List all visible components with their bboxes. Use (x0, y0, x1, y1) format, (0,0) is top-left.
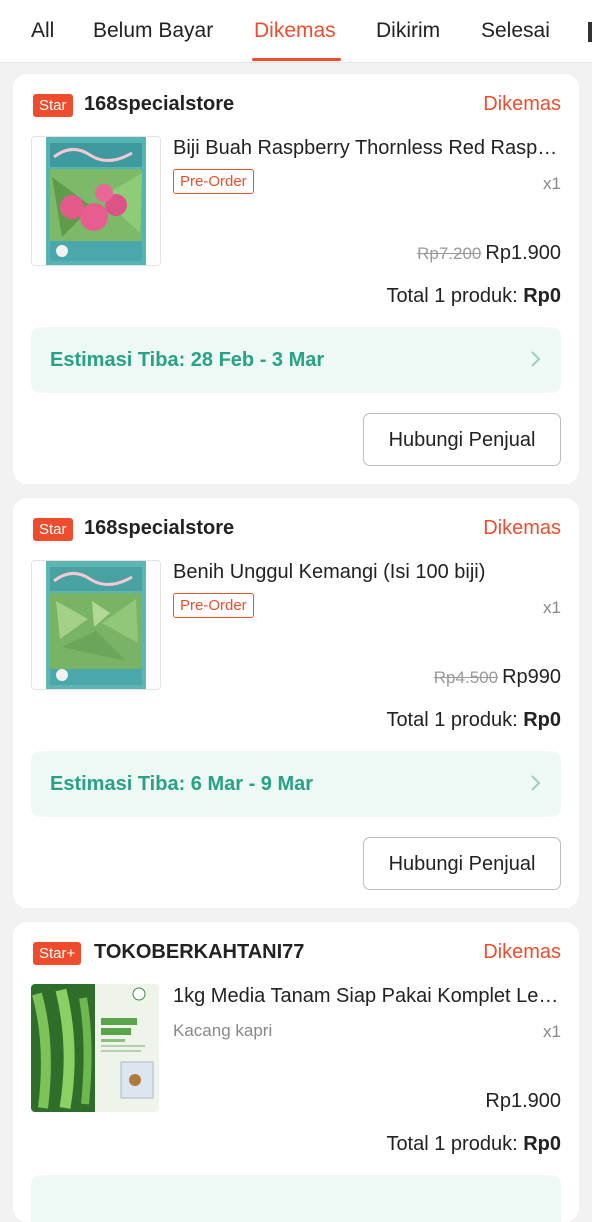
order-total: Total 1 produk: Rp0 (386, 709, 561, 732)
estimated-arrival[interactable] (31, 1175, 561, 1222)
tab-belum-bayar[interactable]: Belum Bayar (93, 19, 213, 43)
product-variant: Kacang kapri (173, 1021, 273, 1040)
current-price: Rp990 (502, 666, 561, 688)
product-image[interactable] (31, 136, 161, 266)
shop-name[interactable]: TOKOBERKAHTANI77 (94, 941, 304, 964)
pre-order-tag: Pre-Order (173, 169, 254, 194)
chevron-right-icon (531, 775, 541, 791)
shop-name[interactable]: 168specialstore (84, 517, 234, 540)
estimated-arrival-text: Estimasi Tiba: 6 Mar - 9 Mar (50, 773, 314, 795)
shop-name[interactable]: 168specialstore (84, 93, 234, 116)
order-card[interactable]: Star 168specialstore Dikemas Benih Unggu… (13, 498, 579, 908)
product-image[interactable] (31, 984, 159, 1112)
order-total: Total 1 produk: Rp0 (386, 285, 561, 308)
product-title[interactable]: 1kg Media Tanam Siap Pakai Komplet Lengk… (173, 985, 563, 1008)
contact-seller-button[interactable]: Hubungi Penjual (363, 413, 561, 466)
total-value: Rp0 (523, 709, 561, 731)
total-value: Rp0 (523, 285, 561, 307)
product-image[interactable] (31, 560, 161, 690)
active-tab-indicator (252, 58, 341, 61)
star-plus-badge: Star+ (33, 942, 82, 965)
current-price: Rp1.900 (485, 242, 561, 264)
tab-selesai[interactable]: Selesai (481, 19, 550, 43)
total-label: Total 1 produk: (386, 1133, 518, 1155)
order-status: Dikemas (483, 517, 561, 539)
estimated-arrival[interactable]: Estimasi Tiba: 28 Feb - 3 Mar (31, 327, 561, 393)
contact-seller-button[interactable]: Hubungi Penjual (363, 837, 561, 890)
product-quantity: x1 (543, 1022, 561, 1041)
order-status-tabs: All Belum Bayar Dikemas Dikirim Selesai (0, 0, 592, 63)
price-row: Rp4.500 Rp990 (434, 666, 561, 689)
tab-dikirim[interactable]: Dikirim (376, 19, 440, 43)
tab-all[interactable]: All (31, 19, 54, 43)
order-status: Dikemas (483, 941, 561, 963)
product-quantity: x1 (543, 598, 561, 617)
order-total: Total 1 produk: Rp0 (386, 1133, 561, 1156)
estimated-arrival-text: Estimasi Tiba: 28 Feb - 3 Mar (50, 349, 325, 371)
tab-dikemas[interactable]: Dikemas (254, 19, 336, 43)
original-price: Rp4.500 (433, 668, 499, 687)
tab-overflow-hint (588, 22, 592, 42)
total-value: Rp0 (523, 1133, 561, 1155)
product-quantity: x1 (543, 174, 561, 193)
order-card[interactable]: Star+ TOKOBERKAHTANI77 Dikemas 1kg Media… (13, 922, 579, 1222)
order-status: Dikemas (483, 93, 561, 115)
order-card[interactable]: Star 168specialstore Dikemas Biji Buah R… (13, 74, 579, 484)
chevron-right-icon (531, 351, 541, 367)
total-label: Total 1 produk: (386, 285, 518, 307)
price-row: Rp1.900 (485, 1090, 561, 1113)
current-price: Rp1.900 (485, 1090, 561, 1112)
original-price: Rp7.200 (417, 244, 482, 263)
price-row: Rp7.200 Rp1.900 (417, 242, 561, 265)
product-title[interactable]: Benih Unggul Kemangi (Isi 100 biji) (173, 561, 563, 584)
estimated-arrival[interactable]: Estimasi Tiba: 6 Mar - 9 Mar (31, 751, 561, 817)
star-badge: Star (33, 94, 73, 117)
star-badge: Star (33, 518, 73, 541)
product-title[interactable]: Biji Buah Raspberry Thornless Red Raspbe… (173, 137, 563, 160)
total-label: Total 1 produk: (386, 709, 518, 731)
pre-order-tag: Pre-Order (173, 593, 254, 618)
